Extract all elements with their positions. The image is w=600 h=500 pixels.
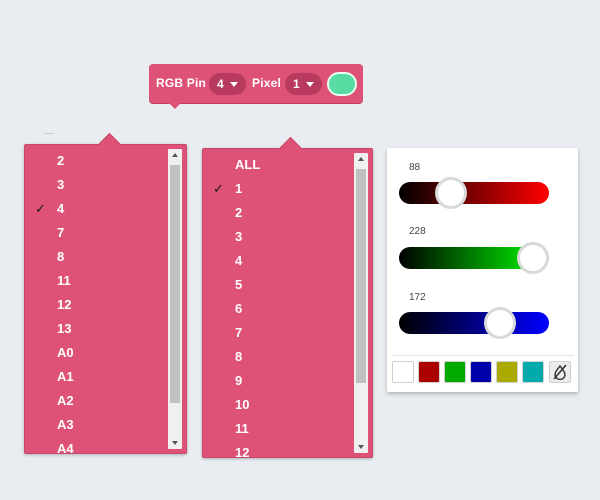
pixel-menu-item[interactable]: 7 — [203, 321, 352, 345]
no-color-button[interactable] — [549, 361, 571, 383]
color-swatch-option[interactable] — [444, 361, 466, 383]
red-slider-handle[interactable] — [434, 177, 467, 209]
pin-menu-item-label: 13 — [57, 321, 72, 336]
green-value: 228 — [409, 226, 426, 237]
pin-menu-item[interactable]: 2 — [25, 149, 166, 173]
pixel-menu-item[interactable]: ✓ 1 — [203, 177, 352, 201]
pin-menu-item-label: A1 — [57, 369, 74, 384]
color-picker: 88 228 172 — [387, 148, 578, 392]
pin-menu-item-label: A4 — [57, 441, 74, 453]
color-swatch-option[interactable] — [392, 361, 414, 383]
pin-menu-item[interactable]: A1 — [25, 365, 166, 389]
scroll-thumb[interactable] — [356, 169, 366, 383]
pin-menu-item-label: A3 — [57, 417, 74, 432]
pin-menu-item-label: 3 — [57, 177, 65, 192]
pixel-menu-item[interactable]: 5 — [203, 273, 352, 297]
pixel-menu-item[interactable]: 2 — [203, 201, 352, 225]
scroll-thumb[interactable] — [170, 165, 180, 403]
pixel-menu-item[interactable]: 9 — [203, 369, 352, 393]
pixel-dropdown-menu[interactable]: ALL ✓ 1 2 3 4 5 6 7 8 9 10 11 12 — [202, 136, 373, 458]
pixel-menu-item[interactable]: 4 — [203, 249, 352, 273]
green-slider[interactable] — [399, 242, 550, 274]
checkmark-icon: ✓ — [213, 181, 224, 196]
pin-menu-item[interactable]: 3 — [25, 173, 166, 197]
pin-menu-item-label: 12 — [57, 297, 72, 312]
pixel-menu-item[interactable]: 8 — [203, 345, 352, 369]
pixel-menu-item-label: 6 — [235, 301, 243, 316]
checkmark-icon: ✓ — [35, 201, 46, 216]
pixel-menu-item-label: 3 — [235, 229, 243, 244]
pixel-menu-item-label: 10 — [235, 397, 250, 412]
pin-dropdown-menu[interactable]: 2 3 ✓ 4 7 8 11 12 13 A0 A1 A2 A3 A4 — [24, 132, 187, 454]
pixel-dropdown-value: 1 — [293, 77, 300, 91]
pixel-menu-item[interactable]: 6 — [203, 297, 352, 321]
pin-menu-item[interactable]: 11 — [25, 269, 166, 293]
pin-menu-item[interactable]: A2 — [25, 389, 166, 413]
pixel-menu-item-label: 2 — [235, 205, 243, 220]
pin-menu-item[interactable]: A3 — [25, 413, 166, 437]
pin-menu-item-label: 8 — [57, 249, 65, 264]
scroll-up-icon[interactable] — [354, 153, 368, 165]
pixel-menu-item-label: 9 — [235, 373, 243, 388]
blue-value: 172 — [409, 292, 426, 303]
block-notch — [169, 103, 181, 109]
pixel-menu-item-label: 12 — [235, 445, 250, 457]
rgb-pin-block[interactable]: RGB Pin 4 Pixel 1 — [149, 64, 363, 109]
pixel-menu-item-label: 7 — [235, 325, 243, 340]
pixel-menu-item[interactable]: 3 — [203, 225, 352, 249]
pixel-dropdown[interactable]: 1 — [285, 73, 322, 95]
pin-menu-item[interactable]: 8 — [25, 245, 166, 269]
color-swatch-option[interactable] — [522, 361, 544, 383]
pin-menu-item[interactable]: 12 — [25, 293, 166, 317]
pin-menu-item-label: A2 — [57, 393, 74, 408]
blue-slider-handle[interactable] — [484, 307, 517, 339]
pin-menu-item-label: A0 — [57, 345, 74, 360]
pixel-menu-item-label: 11 — [235, 421, 249, 436]
divider — [44, 133, 54, 134]
color-swatch-option[interactable] — [496, 361, 518, 383]
pin-menu-item[interactable]: ✓ 4 — [25, 197, 166, 221]
pin-menu-item[interactable]: 7 — [25, 221, 166, 245]
pin-menu-item-label: 7 — [57, 225, 65, 240]
pixel-menu-item[interactable]: 11 — [203, 417, 352, 441]
pixel-menu-item[interactable]: 10 — [203, 393, 352, 417]
divider — [391, 355, 574, 356]
color-swatch[interactable] — [327, 72, 357, 96]
pin-dropdown[interactable]: 4 — [209, 73, 246, 95]
no-color-icon — [553, 364, 567, 380]
scroll-up-icon[interactable] — [168, 149, 182, 161]
chevron-down-icon — [305, 81, 314, 87]
pixel-menu-item[interactable]: ALL — [203, 153, 352, 177]
pin-menu-item[interactable]: A4 — [25, 437, 166, 453]
scroll-down-icon[interactable] — [168, 437, 182, 449]
pixel-menu-item-label: 4 — [235, 253, 243, 268]
rgb-pin-label: RGB Pin — [156, 76, 207, 90]
scroll-down-icon[interactable] — [354, 441, 368, 453]
pin-menu-item-label: 4 — [57, 201, 65, 216]
color-swatch-option[interactable] — [470, 361, 492, 383]
pixel-menu-item-label: 8 — [235, 349, 243, 364]
pin-menu-list: 2 3 ✓ 4 7 8 11 12 13 A0 A1 A2 A3 A4 — [25, 145, 166, 453]
blue-slider[interactable] — [399, 307, 549, 339]
pixel-label: Pixel — [252, 76, 282, 90]
pin-menu-scrollbar[interactable] — [168, 149, 182, 449]
pixel-menu-list: ALL ✓ 1 2 3 4 5 6 7 8 9 10 11 12 — [203, 149, 352, 457]
pixel-menu-item-label: ALL — [235, 157, 261, 172]
pin-dropdown-value: 4 — [217, 77, 224, 91]
green-slider-handle[interactable] — [517, 242, 550, 274]
red-value: 88 — [409, 162, 421, 173]
pixel-menu-item-label: 5 — [235, 277, 243, 292]
red-slider[interactable] — [399, 177, 549, 209]
pin-menu-item[interactable]: A0 — [25, 341, 166, 365]
color-swatch-option[interactable] — [418, 361, 440, 383]
pixel-menu-item[interactable]: 12 — [203, 441, 352, 457]
pin-menu-item-label: 11 — [57, 273, 71, 288]
pixel-menu-item-label: 1 — [235, 181, 243, 196]
pin-menu-item-label: 2 — [57, 153, 65, 168]
pixel-menu-scrollbar[interactable] — [354, 153, 368, 453]
pin-menu-item[interactable]: 13 — [25, 317, 166, 341]
chevron-down-icon — [229, 81, 238, 87]
